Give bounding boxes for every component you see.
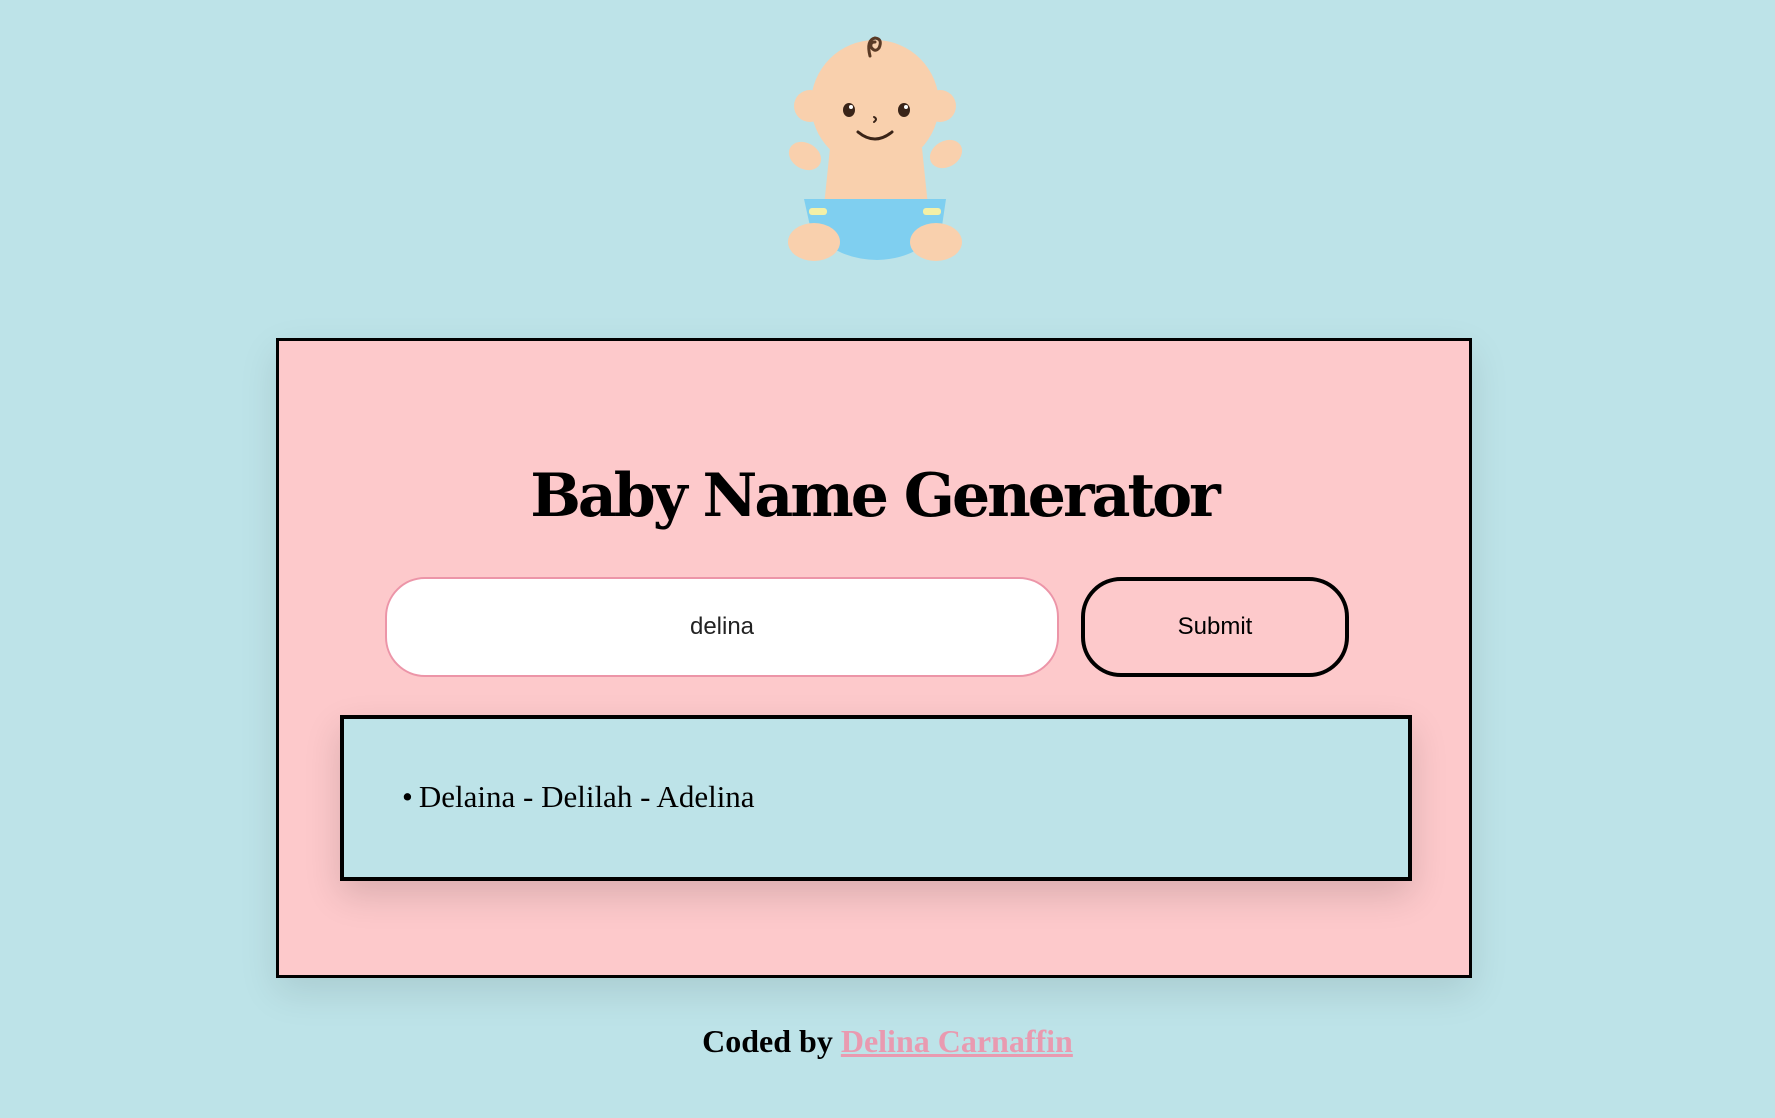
footer-prefix: Coded by bbox=[702, 1023, 833, 1059]
author-link[interactable]: Delina Carnaffin bbox=[841, 1023, 1073, 1059]
baby-illustration bbox=[780, 28, 970, 268]
submit-button[interactable]: Submit bbox=[1081, 577, 1349, 677]
baby-icon bbox=[788, 36, 963, 261]
results-panel: • Delaina - Delilah - Adelina bbox=[340, 715, 1412, 881]
generator-card: Baby Name Generator Submit •Delaina - De… bbox=[276, 338, 1472, 978]
result-names: Delaina - Delilah - Adelina bbox=[418, 779, 755, 814]
bullet: • bbox=[402, 779, 413, 814]
footer: Coded by Delina Carnaffin bbox=[0, 1023, 1775, 1060]
name-input[interactable] bbox=[385, 577, 1059, 677]
page-title: Baby Name Generator bbox=[530, 461, 1221, 531]
result-item: • Delaina - Delilah - Adelina bbox=[402, 779, 755, 815]
